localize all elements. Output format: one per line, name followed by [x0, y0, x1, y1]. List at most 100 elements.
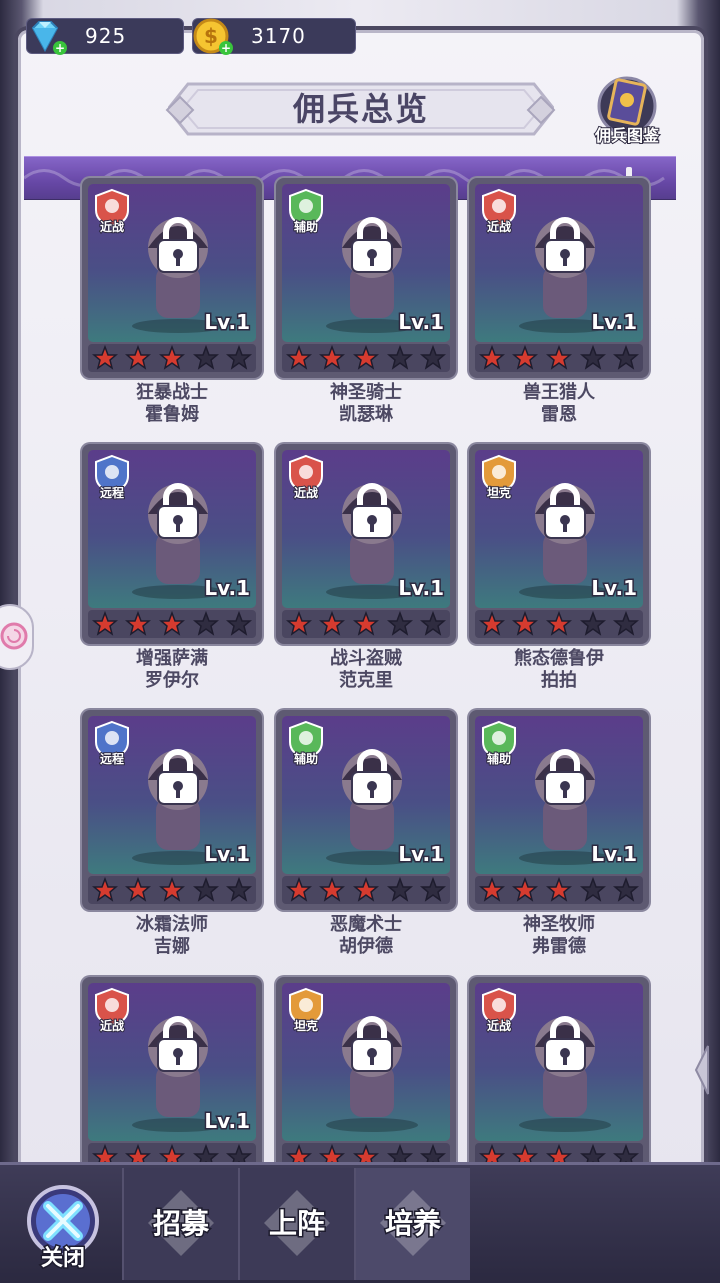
hero-card[interactable]: 近战 Lv.1 — [82, 178, 262, 378]
gem-amount: 925 — [85, 24, 127, 48]
hero-card[interactable]: 坦克 Lv.1 — [469, 444, 649, 644]
hero-card[interactable]: 近战 Lv.1 — [469, 178, 649, 378]
tab-label: 培养 — [383, 1206, 442, 1242]
hero-name: 恶魔术士 胡伊德 — [276, 914, 456, 958]
hero-given-name: 罗伊尔 — [145, 670, 199, 691]
star-empty-icon — [192, 611, 219, 636]
swirl-icon — [0, 622, 28, 650]
close-label: 关闭 — [39, 1245, 86, 1273]
hero-card[interactable]: 辅助 Lv.1 — [276, 178, 456, 378]
hero-card[interactable]: 近战 Lv.1 — [82, 977, 262, 1177]
lock-icon — [351, 749, 393, 805]
hero-class: 冰霜法师 — [136, 914, 208, 935]
star-filled-icon — [352, 345, 379, 370]
hero-given-name: 凯瑟琳 — [339, 404, 393, 425]
hero-given-name: 弗雷德 — [532, 936, 586, 957]
star-filled-icon — [478, 611, 505, 636]
hero-portrait: 远程 Lv.1 — [88, 450, 256, 608]
banner-right-ornament-icon — [526, 95, 556, 125]
star-rating — [475, 610, 643, 638]
hero-given-name: 霍鲁姆 — [145, 404, 199, 425]
star-empty-icon — [420, 611, 447, 636]
hero-given-name: 胡伊德 — [339, 936, 393, 957]
star-filled-icon — [285, 877, 312, 902]
role-label: 远程 — [99, 751, 125, 767]
role-label: 辅助 — [486, 751, 512, 767]
side-expand-tab[interactable] — [0, 604, 34, 670]
role-label: 近战 — [486, 1018, 512, 1034]
hero-portrait: 坦克 — [282, 983, 450, 1141]
hero-name: 增强萨满 罗伊尔 — [82, 648, 262, 692]
star-empty-icon — [579, 345, 606, 370]
hero-portrait: 近战 — [475, 983, 643, 1141]
role-label: 坦克 — [293, 1018, 319, 1034]
gold-amount: 3170 — [251, 24, 306, 48]
hero-codex-button[interactable]: 佣兵图鉴 — [584, 72, 670, 152]
star-empty-icon — [613, 345, 640, 370]
hero-card[interactable]: 远程 Lv.1 — [82, 444, 262, 644]
role-label: 辅助 — [293, 219, 319, 235]
star-empty-icon — [386, 345, 413, 370]
hero-portrait: 近战 Lv.1 — [282, 450, 450, 608]
star-empty-icon — [613, 877, 640, 902]
add-gems-icon[interactable]: + — [53, 41, 67, 55]
star-filled-icon — [512, 345, 539, 370]
role-label: 近战 — [486, 219, 512, 235]
hero-portrait: 近战 Lv.1 — [88, 184, 256, 342]
hero-card[interactable]: 近战 — [469, 977, 649, 1177]
codex-label: 佣兵图鉴 — [594, 125, 660, 146]
svg-text:$: $ — [204, 24, 218, 48]
tab-train[interactable]: 培养 — [354, 1168, 470, 1280]
scroll-arrow-icon[interactable] — [686, 1040, 720, 1100]
star-filled-icon — [158, 877, 185, 902]
star-filled-icon — [158, 345, 185, 370]
page-title-banner: 佣兵总览 — [168, 80, 554, 138]
star-empty-icon — [226, 877, 253, 902]
hero-card[interactable]: 远程 Lv.1 — [82, 710, 262, 910]
hero-name: 战斗盗贼 范克里 — [276, 648, 456, 692]
star-rating — [475, 344, 643, 372]
star-filled-icon — [319, 345, 346, 370]
star-filled-icon — [545, 611, 572, 636]
star-filled-icon — [352, 877, 379, 902]
star-filled-icon — [319, 877, 346, 902]
tab-recruit[interactable]: 招募 — [122, 1168, 238, 1280]
lock-icon — [157, 217, 199, 273]
role-label: 远程 — [99, 485, 125, 501]
banner-left-ornament-icon — [165, 95, 195, 125]
star-rating — [88, 344, 256, 372]
lock-icon — [157, 749, 199, 805]
hero-portrait: 近战 Lv.1 — [475, 184, 643, 342]
gem-counter[interactable]: + 925 — [26, 18, 184, 55]
hero-card[interactable]: 辅助 Lv.1 — [469, 710, 649, 910]
hero-class: 增强萨满 — [136, 648, 208, 669]
gold-counter[interactable]: $ + 3170 — [192, 18, 356, 55]
lock-icon — [544, 1016, 586, 1072]
level-label: Lv.1 — [397, 309, 446, 336]
lock-icon — [157, 483, 199, 539]
star-rating — [88, 876, 256, 904]
hero-class: 狂暴战士 — [136, 382, 208, 403]
hero-card[interactable]: 近战 Lv.1 — [276, 444, 456, 644]
star-empty-icon — [420, 877, 447, 902]
star-empty-icon — [226, 611, 253, 636]
star-filled-icon — [125, 877, 152, 902]
star-empty-icon — [579, 611, 606, 636]
hero-portrait: 坦克 Lv.1 — [475, 450, 643, 608]
star-filled-icon — [91, 877, 118, 902]
star-filled-icon — [91, 611, 118, 636]
add-gold-icon[interactable]: + — [219, 41, 233, 55]
hero-card[interactable]: 坦克 — [276, 977, 456, 1177]
lock-icon — [351, 483, 393, 539]
hero-name: 狂暴战士 霍鲁姆 — [82, 382, 262, 426]
hero-class: 兽王猎人 — [523, 382, 595, 403]
star-filled-icon — [478, 877, 505, 902]
star-filled-icon — [352, 611, 379, 636]
tab-label: 招募 — [151, 1206, 210, 1242]
star-filled-icon — [319, 611, 346, 636]
star-filled-icon — [545, 877, 572, 902]
hero-card[interactable]: 辅助 Lv.1 — [276, 710, 456, 910]
tab-deploy[interactable]: 上阵 — [238, 1168, 354, 1280]
role-label: 近战 — [99, 219, 125, 235]
hero-given-name: 拍拍 — [541, 670, 577, 691]
